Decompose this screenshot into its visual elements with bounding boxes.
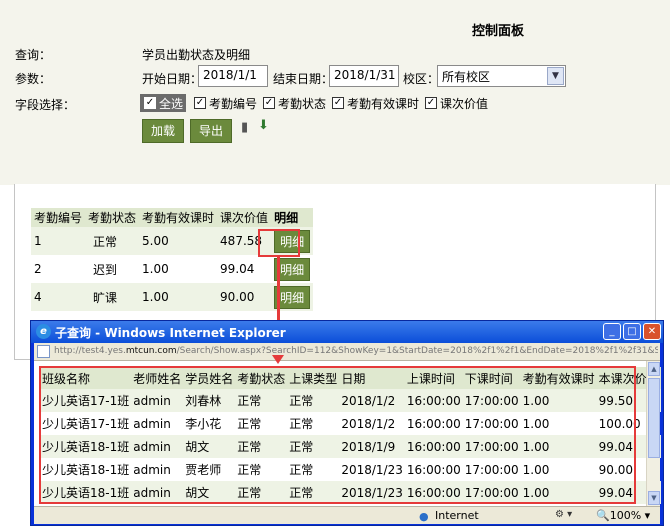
field-checkbox-lesson-value[interactable]: ✓ 课次价值 [425,94,488,112]
field-label: 考勤编号 [209,96,258,111]
check-icon: ✓ [263,97,275,109]
cell-id: 4 [31,283,86,311]
campus-label: 校区： [403,72,440,86]
field-label: 考勤状态 [278,96,327,111]
check-icon: ✓ [144,97,156,109]
check-icon: ✓ [194,97,206,109]
tools-dropdown-icon[interactable]: ⚙ ▾ [555,509,572,520]
end-date-input[interactable]: 2018/1/31 [329,65,399,87]
globe-icon: ● [419,510,429,523]
check-icon: ✓ [332,97,344,109]
close-icon[interactable]: ✕ [643,323,661,340]
column-header: 考勤编号 [31,208,86,227]
download-icon[interactable]: ⬇ [258,118,269,133]
query-label: 查询： [15,48,52,62]
ie-logo-icon: e [36,324,51,339]
database-icon[interactable]: ▮ [241,120,248,135]
minimize-icon[interactable]: _ [603,323,621,340]
campus-select-value: 所有校区 [442,70,491,84]
zoom-value: 100% [609,509,642,522]
vertical-scrollbar[interactable]: ▲ ▼ [646,361,660,506]
scroll-thumb[interactable] [648,378,660,458]
select-all-checkbox[interactable]: ✓ 全选 [140,94,186,112]
security-zone: Internet [435,509,479,522]
query-value: 学员出勤状态及明细 [142,48,251,62]
cell-hours: 1.00 [142,262,169,276]
check-icon: ✓ [425,97,437,109]
field-checkbox-attendance-id[interactable]: ✓ 考勤编号 [194,94,257,112]
cell-value: 99.04 [220,262,255,276]
results-table: 考勤编号 考勤状态 考勤有效课时 课次价值 明细 1 正常 5.00 487.5… [31,208,314,311]
callout-arrowhead-icon [272,355,284,364]
campus-select[interactable]: 所有校区 ▼ [437,65,566,87]
detail-results-highlight-box [39,366,636,504]
page-icon [37,345,50,358]
fields-label: 字段选择： [15,98,76,112]
ie-url[interactable]: http://test4.yes.mtcun.com/Search/Show.a… [54,346,658,360]
column-header: 考勤有效课时 [139,208,218,227]
cell-hours: 1.00 [139,283,218,311]
chevron-down-icon[interactable]: ▼ [547,67,564,85]
scroll-down-icon[interactable]: ▼ [648,491,660,505]
export-button[interactable]: 导出 [190,119,232,143]
cell-status: 旷课 [85,283,140,311]
field-checkbox-attendance-status[interactable]: ✓ 考勤状态 [263,94,326,112]
cell-status: 迟到 [93,262,118,277]
field-label: 课次价值 [440,96,489,111]
cell-hours: 5.00 [139,227,218,255]
ie-window-title: 子查询 - Windows Internet Explorer [55,326,286,340]
cell-value: 90.00 [217,283,272,311]
params-label: 参数： [15,72,52,86]
scroll-up-icon[interactable]: ▲ [648,362,660,376]
column-header: 考勤状态 [85,208,140,227]
panel-title: 控制面板 [472,24,525,39]
table-row: 2 迟到 1.00 99.04 明细 [31,255,313,283]
column-header: 明细 [271,208,314,227]
table-header-row: 考勤编号 考勤状态 考勤有效课时 课次价值 明细 [31,208,314,227]
column-header: 课次价值 [217,208,272,227]
cell-id: 2 [34,262,42,276]
select-all-label: 全选 [159,96,184,111]
control-panel: 控制面板 查询： 学员出勤状态及明细 参数： 开始日期： 2018/1/1 结束… [0,0,670,185]
maximize-icon[interactable]: □ [623,323,641,340]
ie-status-bar: ● Internet ⚙ ▾ 🔍100% ▾ [34,506,660,524]
start-date-input[interactable]: 2018/1/1 [198,65,268,87]
cell-id: 1 [31,227,86,255]
magnifier-icon: 🔍 [596,509,610,522]
cell-status: 正常 [85,227,140,255]
start-date-label: 开始日期： [142,72,203,86]
load-button[interactable]: 加载 [142,119,184,143]
end-date-label: 结束日期： [273,72,334,86]
field-checkbox-valid-hours[interactable]: ✓ 考勤有效课时 [332,94,419,112]
detail-highlight-box [258,229,300,257]
ie-title-bar[interactable]: e 子查询 - Windows Internet Explorer _ □ ✕ [31,321,663,343]
ie-address-bar[interactable]: http://test4.yes.mtcun.com/Search/Show.a… [34,343,660,361]
field-label: 考勤有效课时 [347,96,420,111]
zoom-level[interactable]: 🔍100% ▾ [596,509,650,522]
table-row: 4 旷课 1.00 90.00 明细 [31,283,314,311]
